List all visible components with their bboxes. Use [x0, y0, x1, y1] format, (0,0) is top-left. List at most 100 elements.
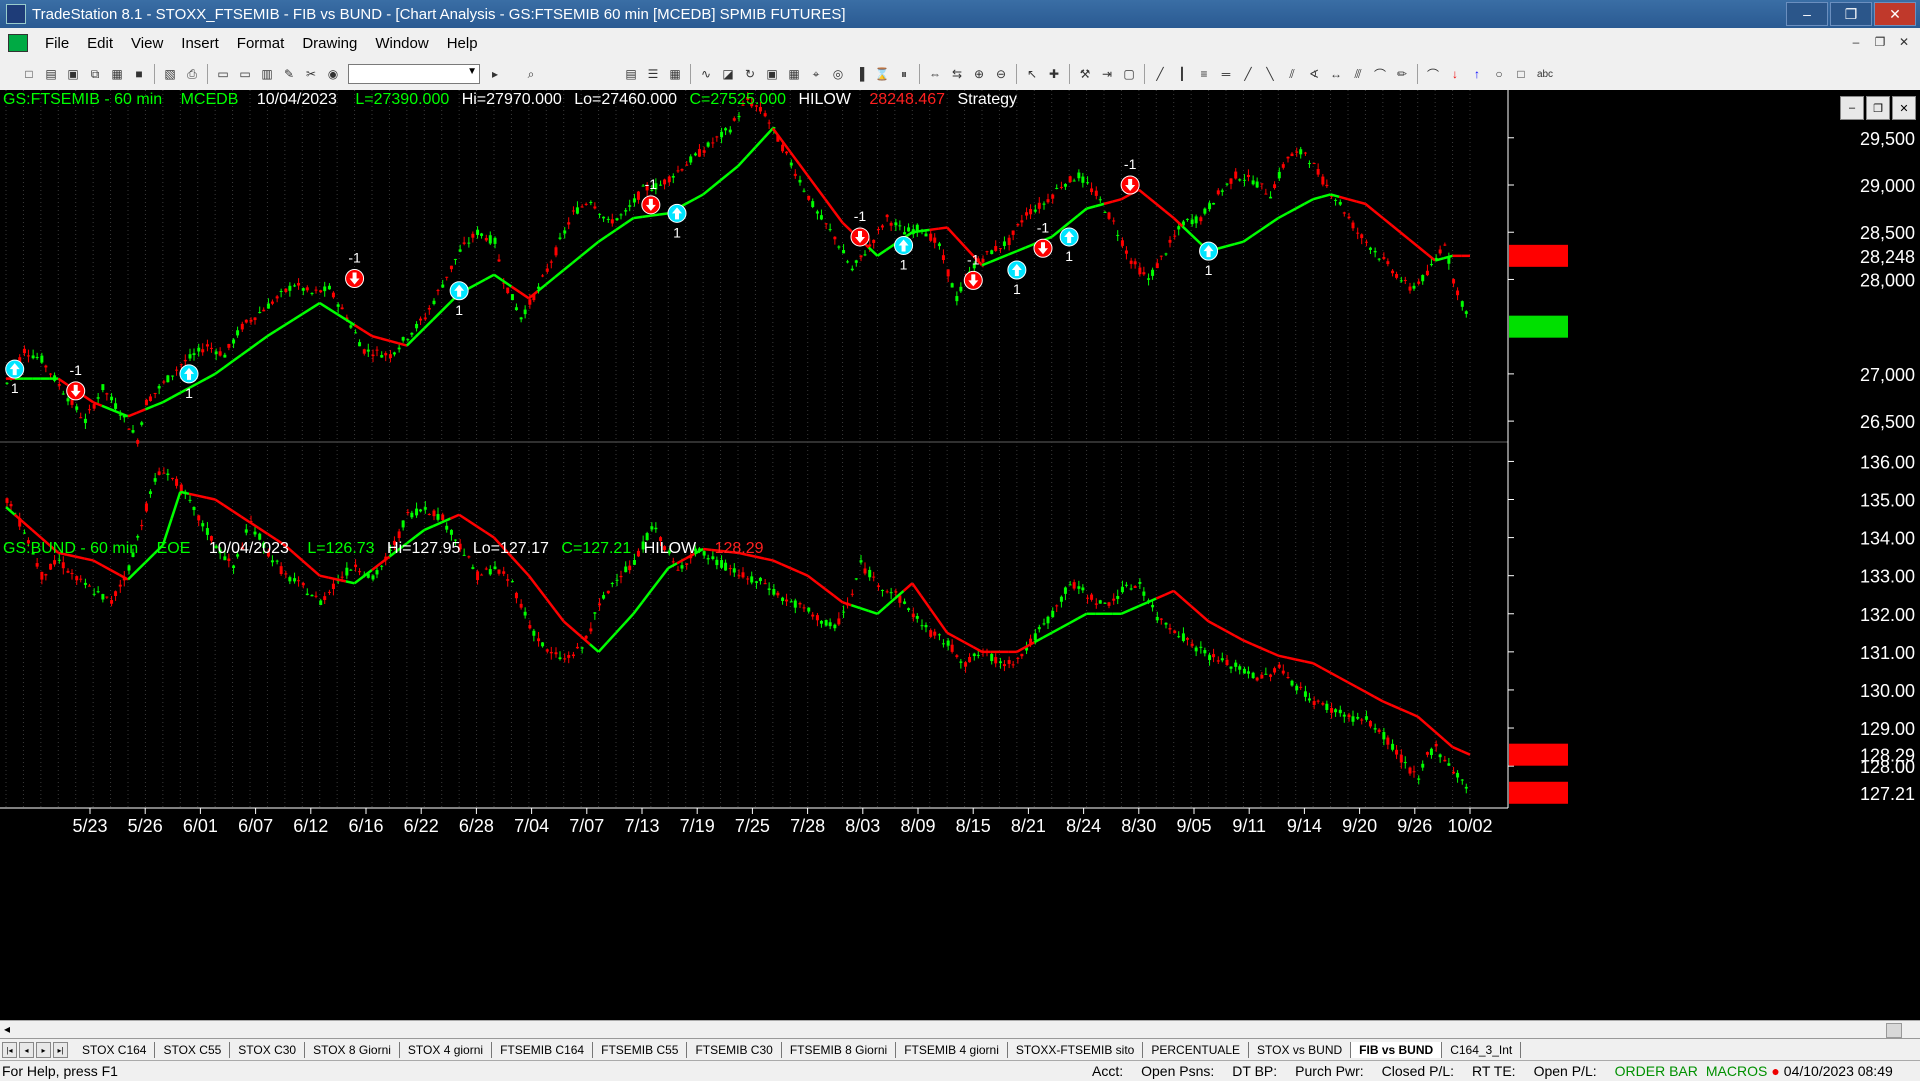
tab-12[interactable]: STOX vs BUND: [1249, 1042, 1352, 1058]
chart-window-icon[interactable]: [8, 34, 28, 52]
draw-icon[interactable]: ✎: [280, 65, 298, 83]
copy-icon[interactable]: ⧉: [86, 65, 104, 83]
list-icon[interactable]: ☰: [644, 65, 662, 83]
hourglass-icon[interactable]: ⌛: [873, 65, 891, 83]
new-icon[interactable]: □: [20, 65, 38, 83]
print-icon[interactable]: ⎙: [183, 65, 201, 83]
macros-button[interactable]: MACROS: [1706, 1063, 1767, 1079]
horizontal-lines-icon[interactable]: ≡: [1195, 65, 1213, 83]
format-icon[interactable]: ▣: [763, 65, 781, 83]
arrow-right-icon[interactable]: ▸: [486, 65, 504, 83]
indicator-icon[interactable]: ∿: [697, 65, 715, 83]
scroll-icon[interactable]: ⇆: [948, 65, 966, 83]
andrews-icon[interactable]: ⫽: [1283, 65, 1301, 83]
maximize-button[interactable]: ❐: [1830, 2, 1872, 26]
menu-insert[interactable]: Insert: [172, 35, 228, 52]
binoculars-icon[interactable]: ⌕: [522, 65, 540, 83]
menu-edit[interactable]: Edit: [78, 35, 122, 52]
menu-view[interactable]: View: [122, 35, 172, 52]
palette-icon[interactable]: ◉: [324, 65, 342, 83]
pause-icon[interactable]: ⏸: [895, 65, 913, 83]
horizontal-scrollbar[interactable]: ◂: [0, 1020, 1920, 1039]
save-icon[interactable]: ■: [130, 65, 148, 83]
up-arrow-icon[interactable]: ↑: [1468, 65, 1486, 83]
refresh-icon[interactable]: ↻: [741, 65, 759, 83]
fib-fan-icon[interactable]: ∢: [1305, 65, 1323, 83]
tab-13[interactable]: FIB vs BUND: [1351, 1042, 1443, 1058]
window-icon[interactable]: ▭: [214, 65, 232, 83]
channel-icon[interactable]: ═: [1217, 65, 1235, 83]
tools-icon[interactable]: ⚒: [1076, 65, 1094, 83]
minimize-button[interactable]: –: [1786, 2, 1828, 26]
table-icon[interactable]: ▦: [666, 65, 684, 83]
mdi-minimize-button[interactable]: –: [1846, 33, 1866, 51]
print-preview-icon[interactable]: ▧: [161, 65, 179, 83]
pencil-icon[interactable]: ✏: [1393, 65, 1411, 83]
mdi-close-button[interactable]: ✕: [1894, 33, 1914, 51]
scroll-left-icon[interactable]: ◂: [4, 1022, 10, 1036]
close-button[interactable]: ✕: [1874, 2, 1916, 26]
mdi-restore-button[interactable]: ❐: [1870, 33, 1890, 51]
tab-7[interactable]: FTSEMIB C30: [687, 1042, 782, 1058]
order-bar-button[interactable]: ORDER BAR: [1615, 1063, 1698, 1079]
tab-6[interactable]: FTSEMIB C55: [593, 1042, 688, 1058]
tab-5[interactable]: FTSEMIB C164: [492, 1042, 594, 1058]
export-icon[interactable]: ⇥: [1098, 65, 1116, 83]
panel-restore-button[interactable]: ❐: [1866, 96, 1890, 120]
extension-icon[interactable]: ↔: [1327, 65, 1345, 83]
crosshair-icon[interactable]: ✚: [1045, 65, 1063, 83]
curve-icon[interactable]: ⌒: [1424, 65, 1442, 83]
menu-file[interactable]: File: [36, 35, 78, 52]
menu-window[interactable]: Window: [366, 35, 437, 52]
zoom-in-icon[interactable]: ⊕: [970, 65, 988, 83]
window2-icon[interactable]: ▭: [236, 65, 254, 83]
bar-chart-icon[interactable]: ▐: [851, 65, 869, 83]
gann-icon[interactable]: ╲: [1261, 65, 1279, 83]
panel-minimize-button[interactable]: –: [1840, 96, 1864, 120]
text-tool-icon[interactable]: abc: [1534, 65, 1556, 83]
vertical-lines-icon[interactable]: ┃: [1173, 65, 1191, 83]
tab-1[interactable]: STOX C55: [155, 1042, 231, 1058]
radar-icon[interactable]: ◎: [829, 65, 847, 83]
fib-lines-icon[interactable]: ⫻: [1349, 65, 1367, 83]
tab-8[interactable]: FTSEMIB 8 Giorni: [782, 1042, 897, 1058]
pointer-icon[interactable]: ↖: [1023, 65, 1041, 83]
tab-next-icon[interactable]: ▸: [36, 1042, 51, 1058]
tab-4[interactable]: STOX 4 giorni: [400, 1042, 493, 1058]
tab-14[interactable]: C164_3_Int: [1442, 1042, 1522, 1058]
zoom-out-icon[interactable]: ⊖: [992, 65, 1010, 83]
scan-icon[interactable]: ⌖: [807, 65, 825, 83]
menu-format[interactable]: Format: [228, 35, 294, 52]
tab-prev-icon[interactable]: ◂: [19, 1042, 34, 1058]
paste-icon[interactable]: ▦: [108, 65, 126, 83]
tab-2[interactable]: STOX C30: [230, 1042, 306, 1058]
menu-help[interactable]: Help: [438, 35, 487, 52]
chart-type-icon[interactable]: ▤: [622, 65, 640, 83]
window3-icon[interactable]: ▥: [258, 65, 276, 83]
tab-11[interactable]: PERCENTUALE: [1143, 1042, 1250, 1058]
scrollbar-thumb[interactable]: [1886, 1023, 1902, 1038]
bar-spacing-icon[interactable]: ⇔: [926, 65, 944, 83]
save-all-icon[interactable]: ▣: [64, 65, 82, 83]
lock-icon[interactable]: ▢: [1120, 65, 1138, 83]
down-arrow-icon[interactable]: ↓: [1446, 65, 1464, 83]
grid-icon[interactable]: ▦: [785, 65, 803, 83]
tab-3[interactable]: STOX 8 Giorni: [305, 1042, 400, 1058]
circle-icon[interactable]: ○: [1490, 65, 1508, 83]
tab-0[interactable]: STOX C164: [74, 1042, 156, 1058]
chart-area[interactable]: 29,500 29,000 28,500 28,000 27,000 26,500 1 -1 1…: [0, 90, 1920, 1020]
speed-lines-icon[interactable]: ╱: [1239, 65, 1257, 83]
strategy-icon[interactable]: ◪: [719, 65, 737, 83]
trendline-icon[interactable]: ╱: [1151, 65, 1169, 83]
panel-close-button[interactable]: ✕: [1892, 96, 1916, 120]
tab-9[interactable]: FTSEMIB 4 giorni: [896, 1042, 1008, 1058]
arc-icon[interactable]: ⌒: [1371, 65, 1389, 83]
menu-drawing[interactable]: Drawing: [293, 35, 366, 52]
tab-last-icon[interactable]: ▸|: [53, 1042, 68, 1058]
tab-first-icon[interactable]: |◂: [2, 1042, 17, 1058]
cut-icon[interactable]: ✂: [302, 65, 320, 83]
open-icon[interactable]: ▤: [42, 65, 60, 83]
symbol-combo[interactable]: ▼: [348, 64, 480, 84]
rectangle-icon[interactable]: □: [1512, 65, 1530, 83]
tab-10[interactable]: STOXX-FTSEMIB sito: [1008, 1042, 1144, 1058]
